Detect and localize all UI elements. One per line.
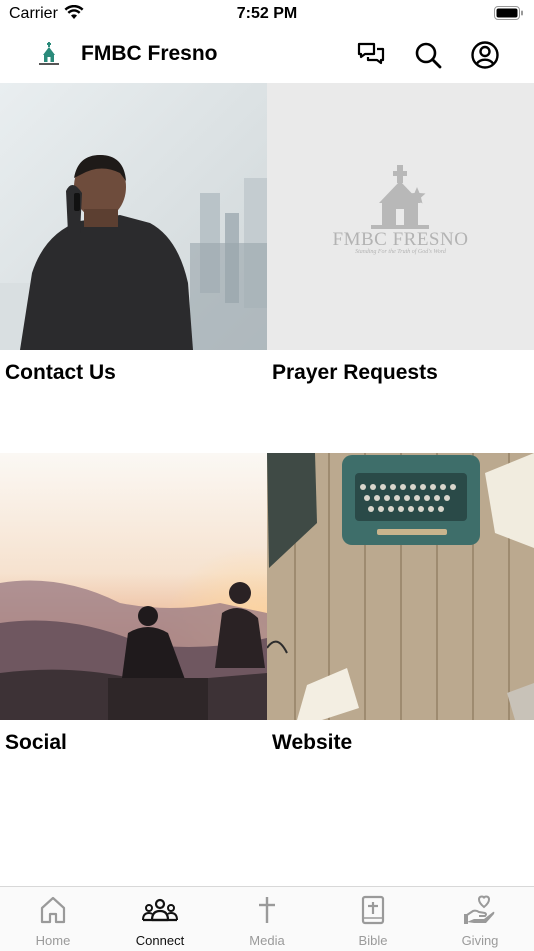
account-icon[interactable] [469, 39, 501, 71]
tab-label: Connect [135, 933, 185, 948]
tile-website[interactable]: Website [267, 453, 534, 823]
search-icon[interactable] [412, 39, 444, 71]
tile-label: Prayer Requests [272, 361, 438, 384]
app-header: FMBC Fresno [0, 28, 534, 82]
chat-icon[interactable] [355, 39, 387, 71]
tab-label: Giving [461, 933, 499, 948]
tab-bible[interactable]: Bible [320, 887, 426, 951]
contact-us-image [0, 83, 267, 350]
logo-wordmark: FMBC FRESNO [332, 229, 469, 250]
tab-giving[interactable]: Giving [427, 887, 533, 951]
prayer-requests-image: FMBC FRESNO Standing For the Truth of Go… [267, 83, 534, 350]
status-bar: Carrier 7:52 PM [0, 0, 534, 28]
tab-media[interactable]: Media [214, 887, 320, 951]
tab-label: Bible [358, 933, 388, 948]
people-icon [142, 898, 178, 922]
church-logo-icon [39, 42, 59, 65]
tab-label: Media [249, 933, 285, 948]
bible-icon [361, 895, 385, 925]
tile-social[interactable]: Social [0, 453, 267, 823]
giving-icon [464, 895, 495, 924]
app-title: FMBC Fresno [81, 42, 218, 65]
tile-prayer-requests[interactable]: FMBC FRESNO Standing For the Truth of Go… [267, 83, 534, 453]
status-time: 7:52 PM [236, 5, 298, 22]
home-icon [40, 896, 66, 924]
tab-home[interactable]: Home [0, 887, 106, 951]
church-logo-icon [371, 165, 429, 229]
tab-connect[interactable]: Connect [107, 887, 213, 951]
tile-contact-us[interactable]: Contact Us [0, 83, 267, 453]
social-image [0, 453, 267, 720]
tile-label: Website [272, 731, 353, 754]
website-image [267, 453, 534, 720]
battery-icon [494, 6, 523, 20]
tab-label: Home [35, 933, 71, 948]
tile-label: Social [5, 731, 67, 754]
logo-tagline: Standing For the Truth of God's Word [355, 249, 446, 255]
cross-icon [259, 897, 275, 923]
tab-bar: Home Connect Media Bible Giving [0, 886, 534, 951]
tile-label: Contact Us [5, 361, 116, 384]
